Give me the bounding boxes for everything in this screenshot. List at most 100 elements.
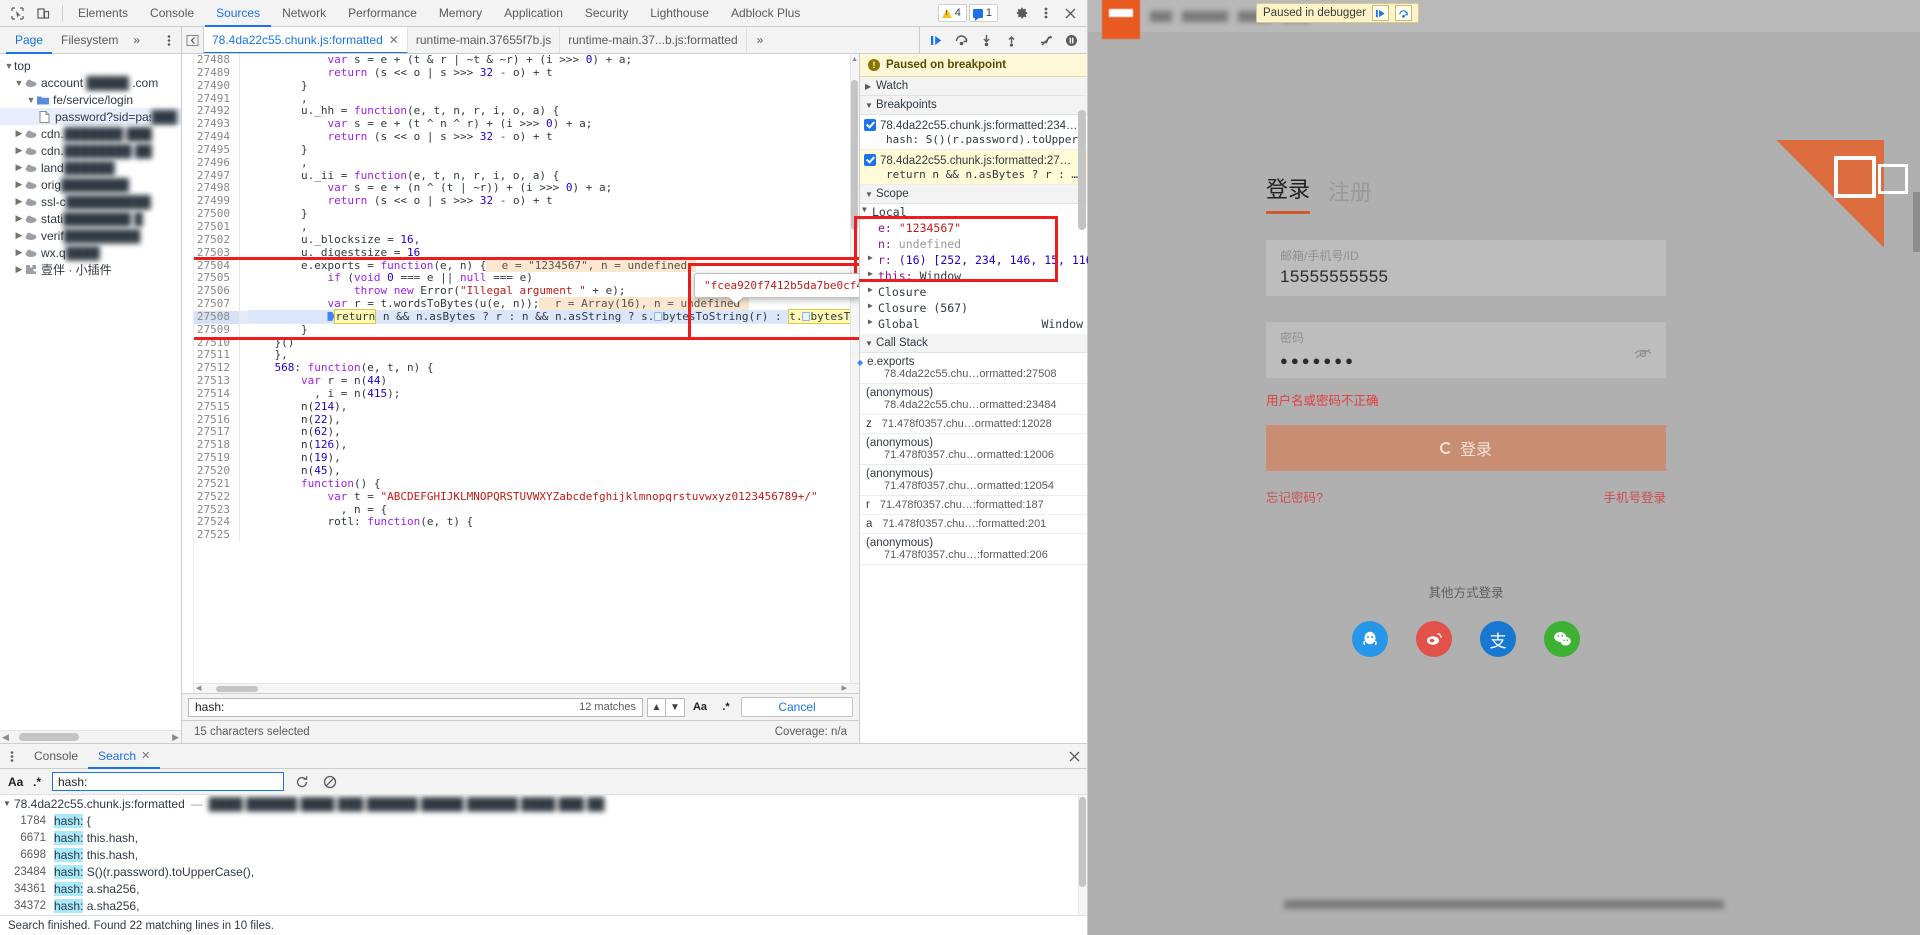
line-number[interactable]: 27502 <box>194 233 240 247</box>
scrollbar-thumb[interactable] <box>851 80 858 230</box>
scope-row-closure[interactable]: ▶ Closure <box>860 284 1087 300</box>
editor-tab-runtime-main[interactable]: runtime-main.37655f7b.js <box>408 27 561 53</box>
callstack-frame[interactable]: r 71.478f0357.chu…:formatted:187 <box>860 496 1087 515</box>
navigator-horizontal-scrollbar[interactable]: ◀ ▶ <box>0 730 181 743</box>
search-result-row[interactable]: 34383hash: a.sha256, <box>0 914 1087 915</box>
callstack-frame[interactable]: (anonymous) 71.478f0357.chu…:formatted:20… <box>860 534 1087 565</box>
line-number[interactable]: 27488 <box>194 54 240 67</box>
callstack-frame[interactable]: e.exports78.4da22c55.chu…ormatted:27508 <box>860 353 1087 384</box>
resume-script-icon[interactable] <box>1371 5 1389 21</box>
code-line[interactable]: 27503 u._digestsize = 16 <box>194 246 859 260</box>
blurred-nav-item[interactable] <box>1150 10 1172 22</box>
settings-gear-icon[interactable] <box>1011 3 1033 23</box>
code-line[interactable]: 27522 var t = "ABCDEFGHIJKLMNOPQRSTUVWXY… <box>194 490 859 504</box>
account-input-value[interactable]: 15555555555 <box>1280 267 1652 287</box>
chevron-right-icon[interactable]: ▶ <box>868 253 878 267</box>
line-number[interactable]: 27496 <box>194 156 240 170</box>
tab-adblock-plus[interactable]: Adblock Plus <box>720 0 811 27</box>
twisty-icon[interactable]: ▶ <box>14 128 24 139</box>
search-results[interactable]: ▼ 78.4da22c55.chunk.js:formatted — ████ … <box>0 795 1087 915</box>
device-toolbar-icon[interactable] <box>32 3 54 24</box>
line-number[interactable]: 27513 <box>194 374 240 388</box>
code-line[interactable]: 27509 } <box>194 323 859 337</box>
twisty-icon[interactable]: ▼ <box>26 95 36 105</box>
line-number[interactable]: 27509 <box>194 323 240 337</box>
code-line[interactable]: 27501 , <box>194 220 859 234</box>
find-match-case-toggle[interactable]: Aa <box>689 698 711 717</box>
alipay-login-icon[interactable]: 支 <box>1480 621 1516 657</box>
tree-item-cdn-1[interactable]: ▶ cdn. ███████ ███ <box>0 125 181 142</box>
qq-login-icon[interactable] <box>1352 621 1388 657</box>
step-over-icon[interactable] <box>1394 5 1412 21</box>
line-number[interactable]: 27515 <box>194 400 240 414</box>
chevron-right-icon[interactable]: ▶ <box>865 82 876 91</box>
line-number[interactable]: 27507 <box>194 297 240 311</box>
tab-application[interactable]: Application <box>493 0 574 27</box>
navigator-kebab-icon[interactable] <box>159 34 181 47</box>
editor-tab-runtime-main-formatted[interactable]: runtime-main.37...b.js:formatted <box>560 27 747 53</box>
code-line[interactable]: 27524 rotl: function(e, t) { <box>194 515 859 530</box>
scroll-right-icon[interactable]: ▶ <box>842 684 847 692</box>
code-line[interactable]: 27507 var r = t.wordsToBytes(u(e, n)); r… <box>194 297 859 311</box>
twisty-icon[interactable]: ▶ <box>14 230 24 241</box>
close-icon[interactable]: ✕ <box>389 33 399 47</box>
debugger-sidebar-scrollbar-thumb[interactable] <box>1078 110 1086 230</box>
search-result-row[interactable]: 23484 hash: S()(r.password).toUpperCase()… <box>0 863 1087 880</box>
tree-item-top[interactable]: ▼ top <box>0 57 181 74</box>
chevron-right-icon[interactable]: ▶ <box>868 269 878 283</box>
code-line[interactable]: 27513 var r = n(44) <box>194 374 859 388</box>
scope-section-header[interactable]: ▼ Scope <box>860 185 1087 204</box>
scope-local-header[interactable]: ▼ Local <box>860 204 1087 220</box>
tab-memory[interactable]: Memory <box>428 0 493 27</box>
step-over-icon[interactable] <box>949 29 973 51</box>
find-regex-toggle[interactable]: .* <box>715 698 737 717</box>
callstack-frame[interactable]: (anonymous) 71.478f0357.chu…ormatted:1200… <box>860 434 1087 465</box>
navigator-more-tabs-icon[interactable]: » <box>127 33 146 47</box>
code-line[interactable]: 27520 n(45), <box>194 464 859 478</box>
tree-item-folder-login[interactable]: ▼ fe/service/login <box>0 91 181 108</box>
more-options-kebab-icon[interactable] <box>1035 3 1057 23</box>
chevron-right-icon[interactable]: ▶ <box>868 285 878 299</box>
tree-item-account-domain[interactable]: ▼ account █████ .com <box>0 74 181 91</box>
code-line[interactable]: 27514 , i = n(415); <box>194 387 859 401</box>
twisty-icon[interactable]: ▶ <box>14 213 24 224</box>
resume-script-icon[interactable] <box>924 29 948 51</box>
search-input[interactable]: hash: <box>52 772 284 791</box>
drawer-kebab-icon[interactable] <box>0 744 24 768</box>
code-line[interactable]: 27489 return (s << o | s >>> 32 - o) + t <box>194 66 859 80</box>
twisty-icon[interactable]: ▼ <box>4 61 14 71</box>
breakpoint-item[interactable]: 78.4da22c55.chunk.js:formatted:234… hash… <box>860 115 1087 150</box>
editor-horizontal-scrollbar[interactable]: ◀ ▶ <box>194 683 859 693</box>
wechat-login-icon[interactable] <box>1544 621 1580 657</box>
tree-item-stati[interactable]: ▶ stati ████████ █ <box>0 210 181 227</box>
twisty-icon[interactable]: ▶ <box>14 179 24 190</box>
step-into-icon[interactable] <box>974 29 998 51</box>
scope-row-global[interactable]: ▶ Global Window <box>860 316 1087 332</box>
code-line[interactable]: 27515 n(214), <box>194 400 859 414</box>
line-number[interactable]: 27522 <box>194 490 240 504</box>
twisty-icon[interactable]: ▶ <box>14 264 24 275</box>
line-number[interactable]: 27503 <box>194 246 240 260</box>
weibo-login-icon[interactable] <box>1416 621 1452 657</box>
code-line[interactable]: 27510 }() <box>194 336 859 350</box>
line-number[interactable]: 27490 <box>194 79 240 93</box>
tab-console[interactable]: Console <box>139 0 205 27</box>
code-line[interactable]: 27525 <box>194 528 859 543</box>
scrollbar-thumb[interactable] <box>1079 797 1086 887</box>
code-line[interactable]: 27496 , <box>194 156 859 170</box>
callstack-frame[interactable]: (anonymous) 71.478f0357.chu…ormatted:1205… <box>860 465 1087 496</box>
warning-counter[interactable]: 4 <box>937 4 967 22</box>
search-regex-toggle[interactable]: .* <box>30 775 44 789</box>
line-number[interactable]: 27521 <box>194 477 240 491</box>
search-result-row[interactable]: 34372 hash: a.sha256, <box>0 897 1087 914</box>
tab-sources[interactable]: Sources <box>205 0 272 27</box>
callstack-frame[interactable]: a 71.478f0357.chu…:formatted:201 <box>860 515 1087 534</box>
watch-section-header[interactable]: ▶ Watch <box>860 77 1087 96</box>
tab-network[interactable]: Network <box>271 0 337 27</box>
chevron-down-icon[interactable]: ▼ <box>862 205 872 219</box>
tree-item-verif[interactable]: ▶ verif █████████ <box>0 227 181 244</box>
twisty-icon[interactable]: ▶ <box>14 196 24 207</box>
close-devtools-icon[interactable] <box>1059 3 1081 23</box>
find-prev-button[interactable]: ▲ <box>647 697 666 717</box>
code-line[interactable]: 27488 var s = e + (t & r | ~t & ~r) + (i… <box>194 54 859 67</box>
